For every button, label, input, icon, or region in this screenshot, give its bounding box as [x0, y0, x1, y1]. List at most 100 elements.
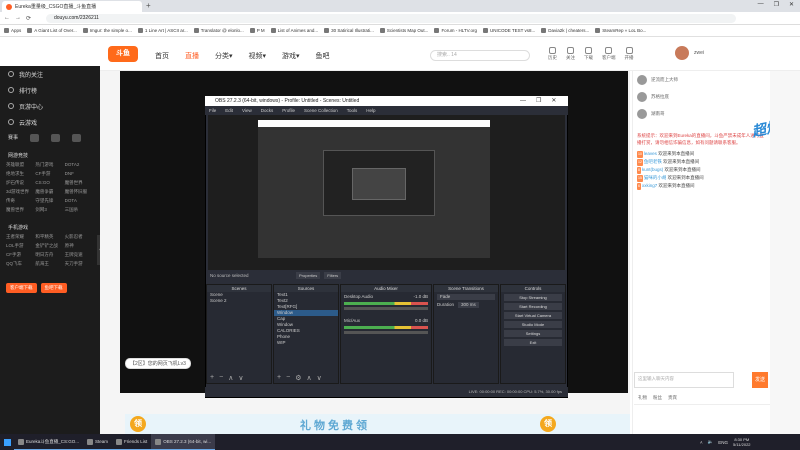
tab-fans[interactable]: 粉丝	[653, 395, 662, 404]
crown-icon[interactable]	[51, 134, 61, 142]
gear-icon[interactable]: ⚙	[295, 374, 301, 382]
chat-input[interactable]: 这里输入聊天内容	[634, 372, 734, 388]
bookmark[interactable]: 1 Line Art | ASCII ar...	[137, 28, 188, 33]
menu-item[interactable]: View	[242, 106, 252, 115]
sidebar-link[interactable]: 魔兽争霸	[35, 189, 64, 195]
sidebar-link[interactable]: CF手游	[35, 171, 64, 177]
menu-item[interactable]: Scene Collection	[304, 106, 338, 115]
source-item[interactable]: WIP	[274, 340, 338, 346]
sidebar-link[interactable]: 原神	[65, 243, 94, 249]
maximize-icon[interactable]: ❐	[774, 1, 779, 8]
search-input[interactable]: 搜索.. 14	[430, 50, 530, 61]
download-button[interactable]: 下载	[584, 47, 593, 61]
nav-games[interactable]: 游戏▾	[282, 51, 300, 61]
tab-gifts[interactable]: 礼物	[638, 395, 647, 404]
reload-icon[interactable]: ⟳	[26, 15, 31, 22]
close-icon[interactable]: ✕	[789, 1, 794, 8]
sidebar-link[interactable]: 绝地求生	[6, 171, 35, 177]
transition-select[interactable]: Fade	[437, 294, 495, 300]
taskbar-app[interactable]: OBS 27.2.3 (64-bit, wi...	[151, 434, 216, 450]
menu-item[interactable]: Docks	[261, 106, 274, 115]
remove-icon[interactable]: −	[286, 374, 290, 382]
sidebar-link[interactable]: DOTA2	[65, 162, 94, 168]
trophy-icon[interactable]	[30, 134, 40, 142]
username[interactable]: zwei	[694, 50, 704, 56]
rank-row[interactable]: 苏格拉底	[633, 88, 770, 105]
bookmark[interactable]: A Giant List of Over...	[27, 28, 77, 33]
sidebar-link[interactable]: 天刀手游	[65, 261, 94, 267]
bookmark[interactable]: Translator @ elonlo...	[193, 28, 244, 33]
chat-username[interactable]: leaves	[644, 151, 657, 156]
sidebar-link[interactable]: 剑网3	[35, 207, 64, 213]
sidebar-link[interactable]: 魔兽世界	[65, 180, 94, 186]
follow-button[interactable]: 关注	[566, 47, 575, 61]
clock[interactable]: 8:30 PM 5/11/2022	[733, 437, 751, 447]
sidebar-link[interactable]: 炉石传说	[6, 180, 35, 186]
client-download-button[interactable]: 客户端下载	[6, 283, 37, 293]
bookmark[interactable]: Davia2k | cheaters...	[541, 28, 589, 33]
bookmark[interactable]: UNICODE TEST vs8...	[482, 28, 535, 33]
sidebar-link[interactable]: 魔兽世界	[6, 207, 35, 213]
browser-tab[interactable]: Eureka重量级_CSGO直播_斗鱼直播	[2, 1, 142, 12]
minimize-icon[interactable]: —	[520, 96, 526, 106]
down-icon[interactable]: ∨	[238, 374, 243, 382]
menu-item[interactable]: Help	[366, 106, 375, 115]
history-button[interactable]: 历史	[548, 47, 557, 61]
sidebar-item-esports[interactable]: 赛事	[8, 134, 18, 142]
chat-username[interactable]: xxking7	[642, 183, 657, 188]
sidebar-link[interactable]: 热门游戏	[35, 162, 64, 168]
sidebar-link[interactable]: 明日方舟	[35, 252, 64, 258]
settings-button[interactable]: Settings	[504, 330, 562, 337]
nav-home[interactable]: 首页	[155, 51, 169, 61]
forward-icon[interactable]: →	[15, 15, 21, 21]
minimize-icon[interactable]: —	[758, 1, 764, 8]
nav-category[interactable]: 分类▾	[215, 51, 233, 61]
bookmark[interactable]: SteamRep » LoL Bo...	[595, 28, 646, 33]
claim-button-right[interactable]: 领	[540, 416, 556, 432]
nav-live[interactable]: 直播	[185, 51, 199, 61]
menu-item[interactable]: File	[209, 106, 216, 115]
start-button[interactable]	[0, 434, 14, 450]
filters-button[interactable]: Filters	[324, 272, 342, 279]
stop-streaming-button[interactable]: Stop Streaming	[504, 294, 562, 301]
bookmark[interactable]: Scientists Map Out...	[379, 28, 428, 33]
virtual-camera-button[interactable]: Start Virtual Camera	[504, 312, 562, 319]
menu-item[interactable]: Edit	[225, 106, 233, 115]
sidebar-link[interactable]: 传奇	[6, 198, 35, 204]
sidebar-link[interactable]: DOTA	[65, 198, 94, 204]
sidebar-link[interactable]: 3d游戏世界	[6, 189, 35, 195]
nav-video[interactable]: 视频▾	[249, 51, 267, 61]
sidebar-item-webgames[interactable]: 页游中心	[0, 98, 100, 114]
claim-button-left[interactable]: 领	[130, 416, 146, 432]
nav-fishbar[interactable]: 鱼吧	[316, 51, 330, 61]
up-icon[interactable]: ∧	[306, 374, 311, 382]
up-icon[interactable]: ∧	[228, 374, 233, 382]
sidebar-item-cloudgame[interactable]: 云游戏	[0, 114, 100, 130]
sidebar-link[interactable]: 金铲铲之战	[35, 243, 64, 249]
sidebar-link[interactable]: 守望先锋	[35, 198, 64, 204]
sidebar-link[interactable]: 英雄联盟	[6, 162, 35, 168]
go-live-button[interactable]: 开播	[625, 47, 634, 61]
bookmark[interactable]: P M	[249, 28, 265, 33]
sidebar-link[interactable]: 和平精英	[35, 234, 64, 240]
back-icon[interactable]: ←	[4, 15, 10, 21]
volume-icon[interactable]: 🔈	[708, 439, 714, 445]
sidebar-item-ranking[interactable]: 排行榜	[0, 82, 100, 98]
start-recording-button[interactable]: Start Recording	[504, 303, 562, 310]
taskbar-app[interactable]: Eureka斗鱼直播_CS:GO...	[14, 434, 84, 450]
sidebar-link[interactable]: LOL手游	[6, 243, 35, 249]
sidebar-link[interactable]: 航海王	[35, 261, 64, 267]
rank-row[interactable]: 湖南哥	[633, 105, 770, 122]
duration-input[interactable]: 300 ms	[458, 302, 479, 308]
sidebar-link[interactable]: DNF	[65, 171, 94, 177]
sidebar-item-following[interactable]: 我的关注	[0, 66, 100, 82]
chat-username[interactable]: kunt(bugs)	[642, 167, 663, 172]
down-icon[interactable]: ∨	[317, 374, 322, 382]
bookmark[interactable]: List of Animes and...	[270, 28, 318, 33]
sidebar-link[interactable]: QQ飞车	[6, 261, 35, 267]
chat-username[interactable]: 鱼吧老铁	[644, 159, 662, 164]
sidebar-link[interactable]: 火影忍者	[65, 234, 94, 240]
bookmark[interactable]: Imgur: the simple o...	[82, 28, 132, 33]
close-icon[interactable]: ✕	[551, 96, 556, 106]
send-button[interactable]: 发送	[752, 372, 768, 388]
